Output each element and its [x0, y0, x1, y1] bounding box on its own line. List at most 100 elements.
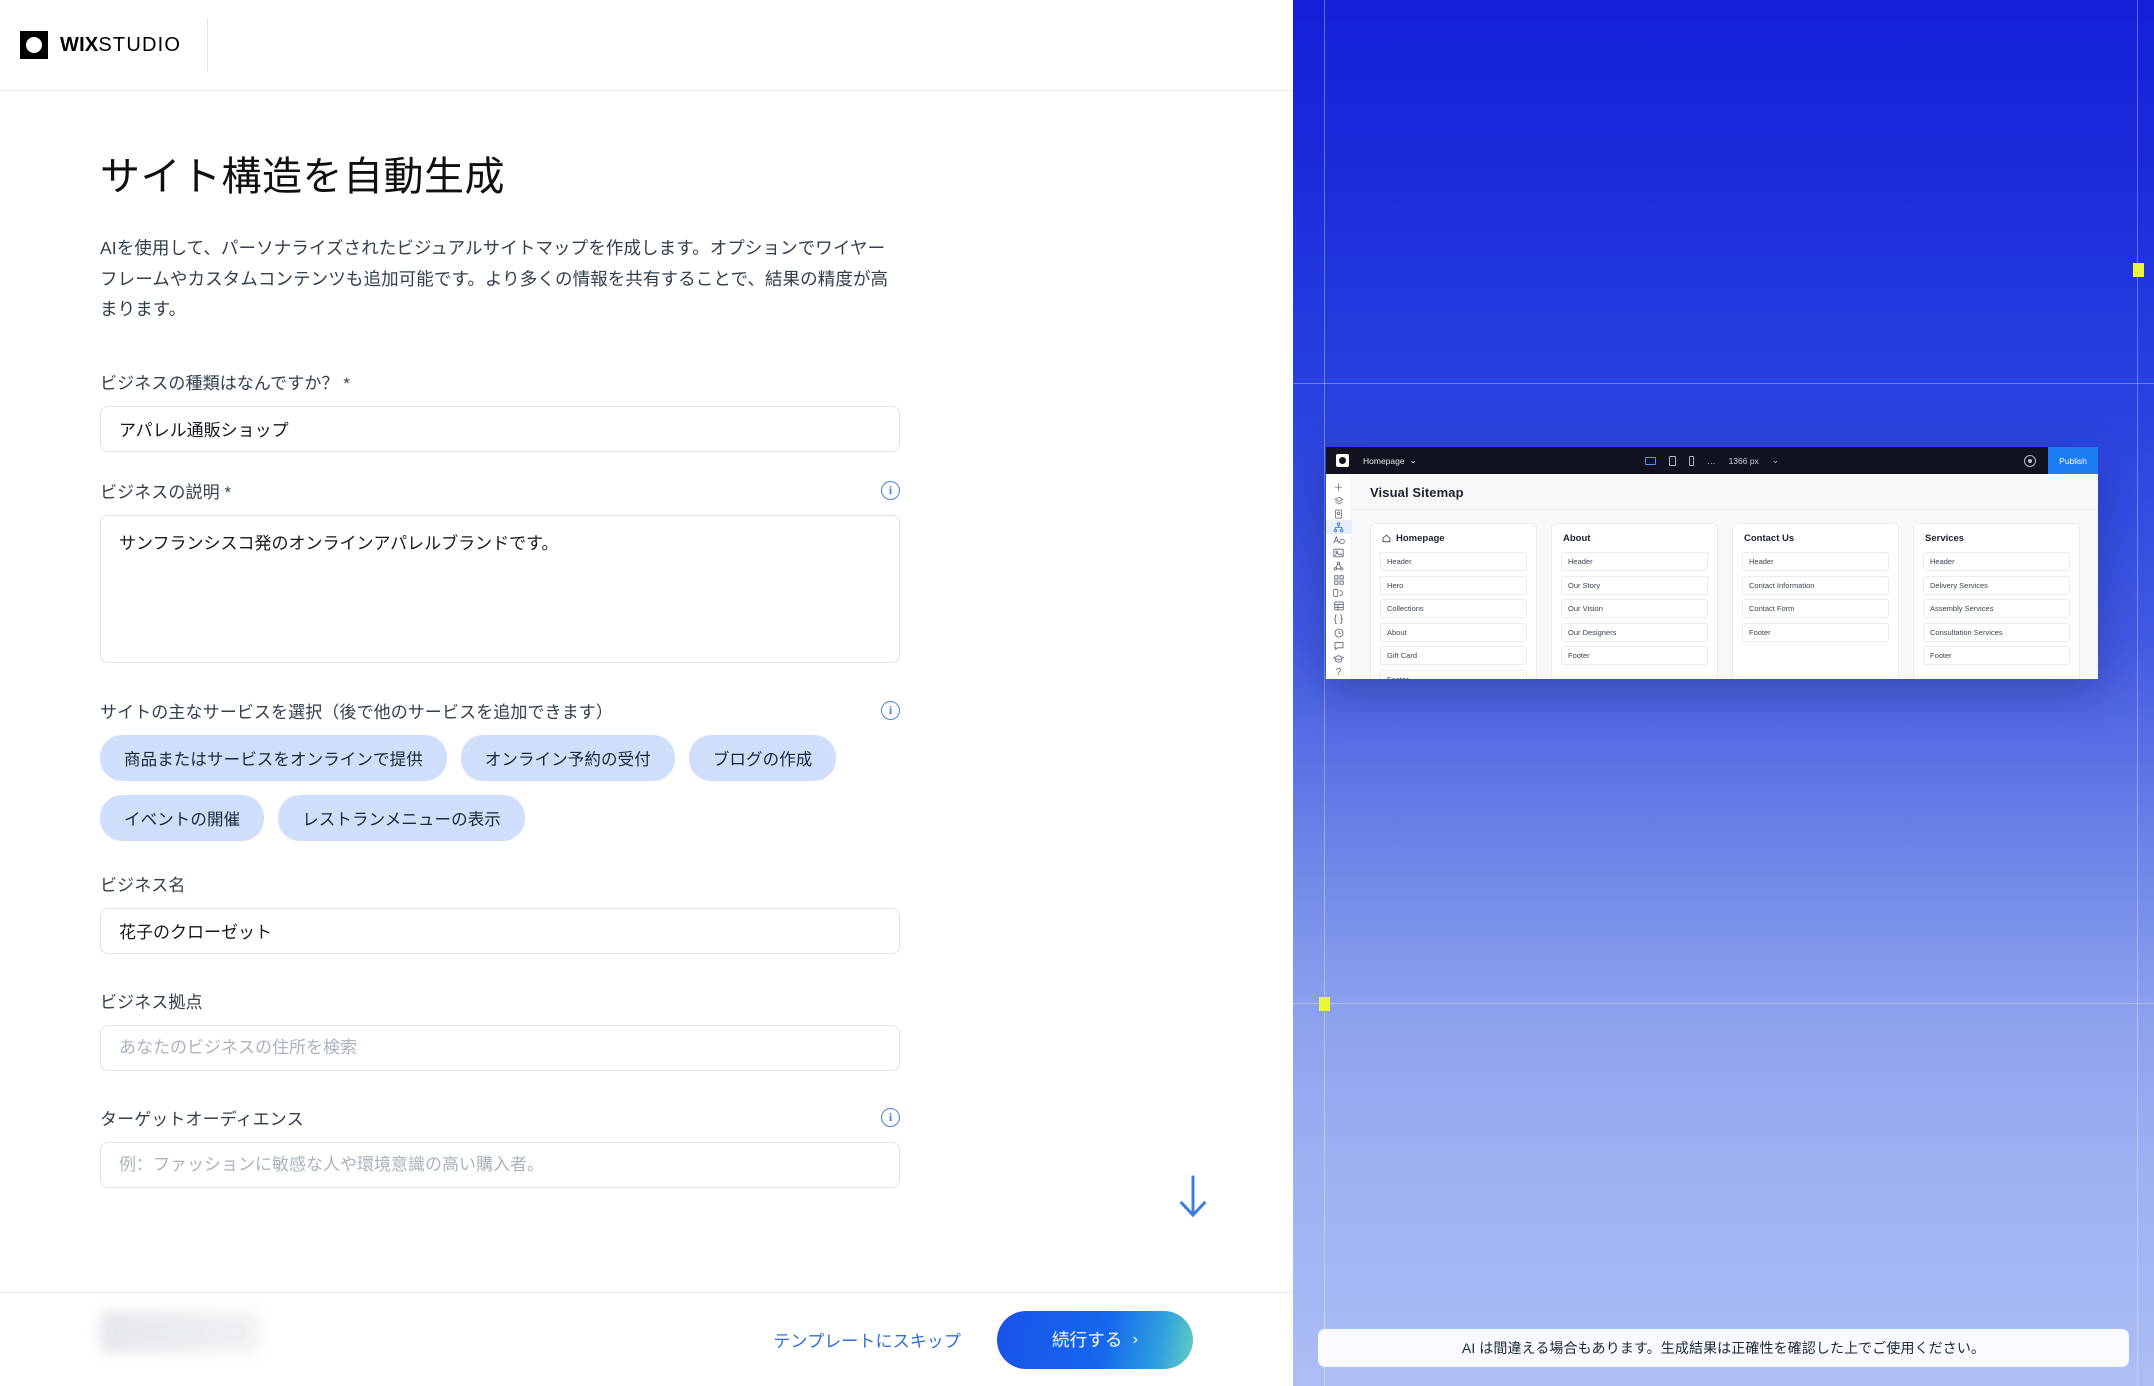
comment-icon[interactable] — [1326, 639, 1352, 652]
sitemap-section[interactable]: Our Designers — [1561, 622, 1708, 642]
field-business-name: ビジネス名 — [100, 871, 900, 954]
field-business-description: ビジネスの説明 * i — [100, 478, 900, 668]
form-action-bar: テンプレートにスキップ 続行する › — [0, 1292, 1293, 1386]
business-type-label-row: ビジネスの種類はなんですか？ * — [100, 369, 900, 394]
info-icon[interactable]: i — [881, 480, 900, 500]
business-type-input[interactable] — [100, 405, 900, 452]
form-scroll-area[interactable]: サイト構造を自動生成 AIを使用して、パーソナライズされたビジュアルサイトマップ… — [0, 91, 1293, 1292]
sitemap-section[interactable]: About — [1380, 622, 1527, 642]
brand-name-bold: WIX — [60, 33, 99, 56]
service-chip[interactable]: イベントの開催 — [100, 794, 265, 841]
desktop-icon[interactable] — [1645, 456, 1657, 465]
plus-icon[interactable]: ＋ — [1326, 479, 1352, 494]
editor-canvas: Visual Sitemap Homepage Header Hero Coll… — [1352, 474, 2098, 679]
image-icon[interactable] — [1326, 547, 1352, 560]
page-icon[interactable] — [1326, 507, 1352, 520]
field-business-type: ビジネスの種類はなんですか？ * — [100, 369, 900, 452]
sitemap-section[interactable]: Header — [1742, 552, 1889, 571]
arrow-down-icon[interactable] — [1173, 1174, 1213, 1220]
service-chip[interactable]: オンライン予約の受付 — [460, 734, 675, 781]
canvas-header: Visual Sitemap — [1352, 474, 2098, 510]
apps-icon[interactable] — [1326, 560, 1352, 573]
sitemap-section[interactable]: Footer — [1380, 669, 1527, 679]
skip-to-template-link[interactable]: テンプレートにスキップ — [773, 1327, 961, 1352]
info-icon[interactable]: i — [881, 700, 900, 720]
sitemap-card[interactable]: Contact Us Header Contact Information Co… — [1732, 523, 1899, 679]
table-icon[interactable] — [1326, 600, 1352, 613]
selection-marker — [1319, 997, 1330, 1011]
brand-name-light: STUDIO — [98, 33, 182, 56]
academy-icon[interactable] — [1326, 653, 1352, 666]
business-name-label: ビジネス名 — [100, 875, 186, 895]
history-icon[interactable] — [1326, 626, 1352, 639]
field-business-location: ビジネス拠点 — [100, 988, 900, 1071]
continue-button[interactable]: 続行する › — [997, 1310, 1193, 1369]
sitemap-section[interactable]: Contact Form — [1742, 599, 1889, 618]
sitemap-section[interactable]: Delivery Services — [1923, 575, 2070, 595]
service-chip[interactable]: 商品またはサービスをオンラインで提供 — [100, 734, 447, 781]
target-audience-input[interactable] — [100, 1141, 900, 1188]
sitemap-section[interactable]: Footer — [1742, 622, 1889, 642]
form-panel: WIXSTUDIO サイト構造を自動生成 AIを使用して、パーソナライズされたビ… — [0, 0, 1293, 1386]
preview-panel: Homepage ⌄ … 1366 px ⌄ Publish ＋ {} ? V… — [1293, 0, 2154, 1386]
sitemap-card[interactable]: Homepage Header Hero Collections About G… — [1370, 523, 1537, 679]
sitemap-card-title: Services — [1925, 533, 1965, 544]
mobile-icon[interactable] — [1689, 455, 1695, 466]
editor-toolbar-center: … 1366 px ⌄ — [1645, 455, 1779, 466]
editor-window: Homepage ⌄ … 1366 px ⌄ Publish ＋ {} ? V… — [1326, 447, 2098, 679]
ai-disclaimer: AI は間違える場合もあります。生成結果は正確性を確認した上でご使用ください。 — [1318, 1329, 2129, 1367]
sitemap-card[interactable]: Services Header Delivery Services Assemb… — [1913, 523, 2080, 679]
sitemap-card[interactable]: About Header Our Story Our Vision Our De… — [1551, 523, 1718, 679]
code-icon[interactable]: { } — [1326, 613, 1352, 626]
publish-button[interactable]: Publish — [2048, 447, 2098, 474]
sitemap-section[interactable]: Hero — [1380, 575, 1527, 595]
sitemap-grid: Homepage Header Hero Collections About G… — [1352, 510, 2098, 679]
sitemap-section[interactable]: Contact Information — [1742, 575, 1889, 595]
sitemap-section[interactable]: Collections — [1380, 599, 1527, 618]
sitemap-section[interactable]: Assembly Services — [1923, 599, 2070, 618]
info-icon[interactable]: i — [881, 1107, 900, 1127]
sitemap-section[interactable]: Header — [1561, 552, 1708, 571]
field-services: サイトの主なサービスを選択（後で他のサービスを追加できます） i 商品またはサー… — [100, 698, 900, 841]
sitemap-section[interactable]: Footer — [1923, 646, 2070, 665]
business-location-input[interactable] — [100, 1024, 900, 1071]
editor-toolbar: Homepage ⌄ … 1366 px ⌄ Publish — [1326, 447, 2098, 474]
page-description: AIを使用して、パーソナライズされたビジュアルサイトマップを作成します。オプショ… — [100, 238, 889, 320]
business-name-label-row: ビジネス名 — [100, 871, 900, 896]
app-header: WIXSTUDIO — [0, 0, 1293, 91]
brand-name: WIXSTUDIO — [60, 34, 181, 57]
home-icon — [1382, 534, 1391, 543]
wix-logo-icon[interactable] — [1336, 454, 1349, 467]
page-selector[interactable]: Homepage ⌄ — [1363, 455, 1417, 466]
services-chip-group: 商品またはサービスをオンラインで提供 オンライン予約の受付 ブログの作成 イベン… — [100, 734, 900, 841]
sitemap-section[interactable]: Header — [1380, 552, 1527, 571]
service-chip[interactable]: ブログの作成 — [688, 734, 837, 781]
help-icon[interactable]: ? — [1326, 666, 1352, 679]
grid-icon[interactable] — [1326, 573, 1352, 586]
sitemap-section[interactable]: Footer — [1561, 646, 1708, 665]
text-icon[interactable] — [1326, 534, 1352, 547]
layers-icon[interactable] — [1326, 494, 1352, 507]
sitemap-section[interactable]: Header — [1923, 552, 2070, 571]
sitemap-section[interactable]: Consultation Services — [1923, 622, 2070, 642]
tablet-icon[interactable] — [1669, 455, 1677, 466]
eye-icon[interactable] — [2024, 454, 2037, 467]
business-description-textarea[interactable] — [100, 514, 900, 663]
wix-studio-logo[interactable]: WIXSTUDIO — [20, 31, 207, 59]
more-options-icon[interactable]: … — [1707, 456, 1716, 466]
services-label-row: サイトの主なサービスを選択（後で他のサービスを追加できます） i — [100, 698, 900, 723]
business-name-input[interactable] — [100, 907, 900, 954]
business-description-label: ビジネスの説明 * — [100, 482, 232, 502]
target-audience-label: ターゲットオーディエンス — [100, 1109, 304, 1129]
business-location-label: ビジネス拠点 — [100, 992, 203, 1012]
media-icon[interactable] — [1326, 587, 1352, 600]
page-selector-label: Homepage — [1363, 455, 1405, 466]
sitemap-section[interactable]: Gift Card — [1380, 646, 1527, 665]
sitemap-section[interactable]: Our Story — [1561, 575, 1708, 595]
continue-button-label: 続行する — [1051, 1330, 1123, 1350]
chevron-down-icon[interactable]: ⌄ — [1772, 455, 1779, 466]
sitemap-icon[interactable] — [1326, 520, 1352, 534]
service-chip[interactable]: レストランメニューの表示 — [278, 794, 525, 841]
sitemap-section[interactable]: Our Vision — [1561, 599, 1708, 618]
page-title: サイト構造を自動生成 — [100, 155, 505, 199]
